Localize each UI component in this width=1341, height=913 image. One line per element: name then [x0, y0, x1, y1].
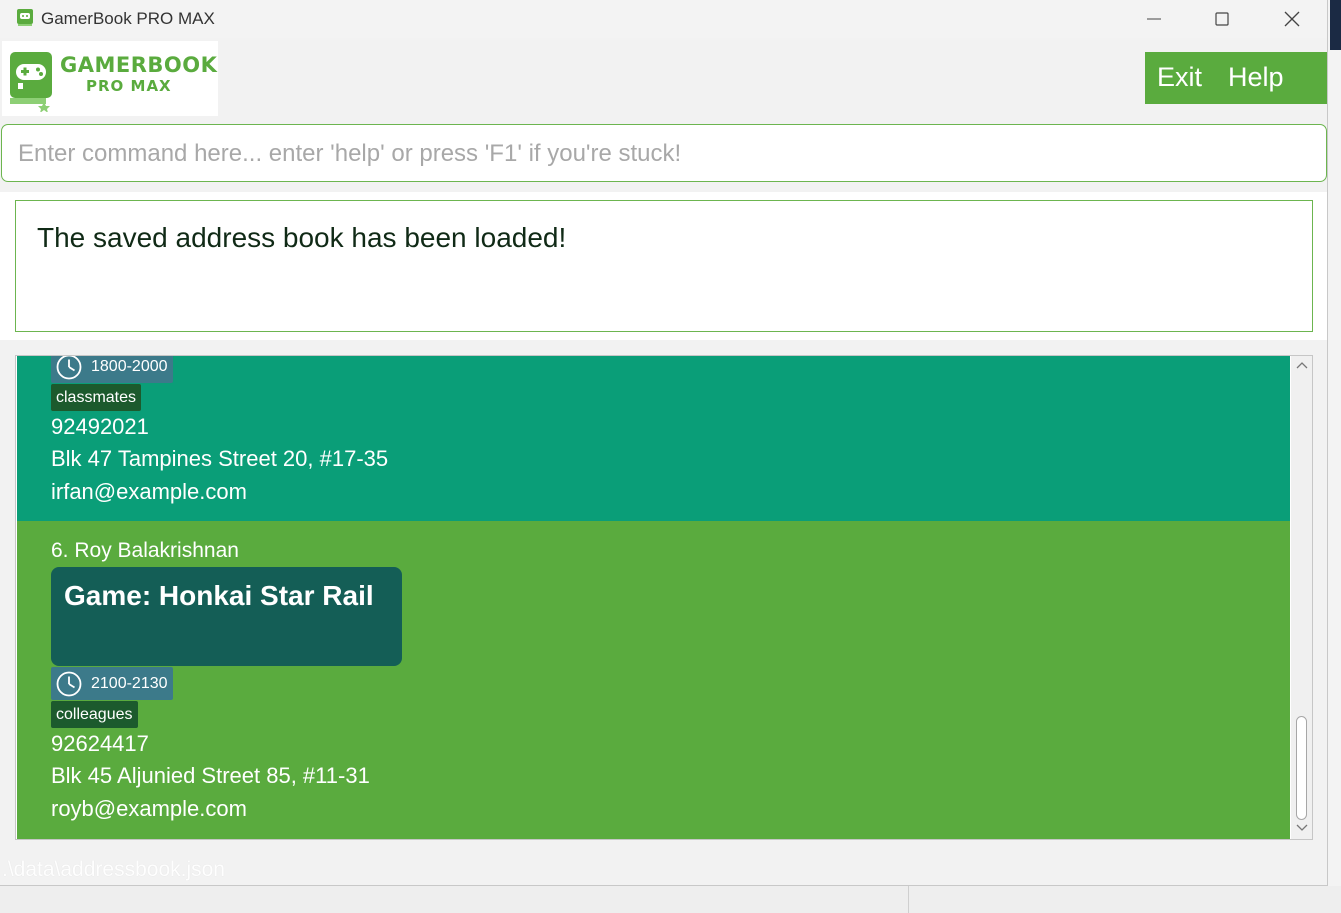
chevron-up-icon[interactable] [1296, 360, 1308, 372]
phone-text: 92624417 [51, 731, 149, 756]
close-button[interactable] [1258, 0, 1326, 38]
address-text: Blk 45 Aljunied Street 85, #11-31 [51, 763, 370, 788]
background-taskbar [0, 886, 1341, 913]
title-bar[interactable]: GamerBook PRO MAX [0, 0, 1327, 38]
time-text: 1800-2000 [91, 357, 168, 375]
time-badge: 2100-2130 [51, 667, 173, 700]
app-window: GamerBook PRO MAX GAMERBOOK PRO MAX Exit [0, 0, 1328, 886]
taskbar-divider [908, 886, 909, 913]
address-text: Blk 47 Tampines Street 20, #17-35 [51, 446, 389, 471]
game-text: Game: Honkai Star Rail [64, 580, 374, 611]
menu-exit[interactable]: Exit [1157, 62, 1202, 93]
minimize-button[interactable] [1120, 0, 1188, 38]
chevron-down-icon[interactable] [1296, 823, 1308, 835]
result-panel: The saved address book has been loaded! [0, 192, 1327, 340]
person-list[interactable]: 1800-2000 classmates 92492021 Blk 47 Tam… [15, 355, 1313, 840]
time-text: 2100-2130 [91, 674, 168, 692]
clock-icon [56, 671, 82, 696]
tag-label: colleagues [51, 701, 138, 728]
person-name: 6. Roy Balakrishnan [51, 539, 239, 562]
maximize-button[interactable] [1188, 0, 1256, 38]
person-card[interactable]: 1800-2000 classmates 92492021 Blk 47 Tam… [17, 356, 1290, 521]
result-display: The saved address book has been loaded! [15, 200, 1313, 332]
minimize-icon [1147, 18, 1161, 20]
menu-help[interactable]: Help [1228, 62, 1284, 93]
logo-title: GAMERBOOK [60, 53, 218, 77]
command-box[interactable] [1, 124, 1327, 182]
result-message: The saved address book has been loaded! [37, 222, 567, 253]
tag-label: classmates [51, 384, 142, 411]
app-logo: GAMERBOOK PRO MAX [2, 41, 218, 116]
time-badge: 1800-2000 [51, 356, 173, 383]
menu-bar: Exit Help [1145, 52, 1327, 104]
clock-icon [56, 356, 82, 379]
command-input[interactable] [18, 138, 1308, 170]
gamepad-book-icon [10, 52, 52, 112]
close-icon [1284, 11, 1300, 27]
scrollbar-thumb[interactable] [1296, 716, 1307, 820]
maximize-icon [1215, 12, 1229, 26]
email-text: irfan@example.com [51, 479, 247, 504]
logo-subtitle: PRO MAX [86, 77, 172, 95]
gamepad-book-icon [17, 9, 33, 26]
background-accent [1330, 0, 1341, 50]
status-bar-path: .\data\addressbook.json [2, 858, 225, 881]
game-box: Game: Honkai Star Rail [51, 567, 402, 666]
person-card[interactable]: 6. Roy Balakrishnan Game: Honkai Star Ra… [17, 521, 1290, 839]
email-text: royb@example.com [51, 796, 247, 821]
window-title: GamerBook PRO MAX [41, 9, 215, 28]
list-scrollbar[interactable] [1291, 356, 1312, 839]
phone-text: 92492021 [51, 414, 149, 439]
background-strip [1328, 0, 1341, 913]
